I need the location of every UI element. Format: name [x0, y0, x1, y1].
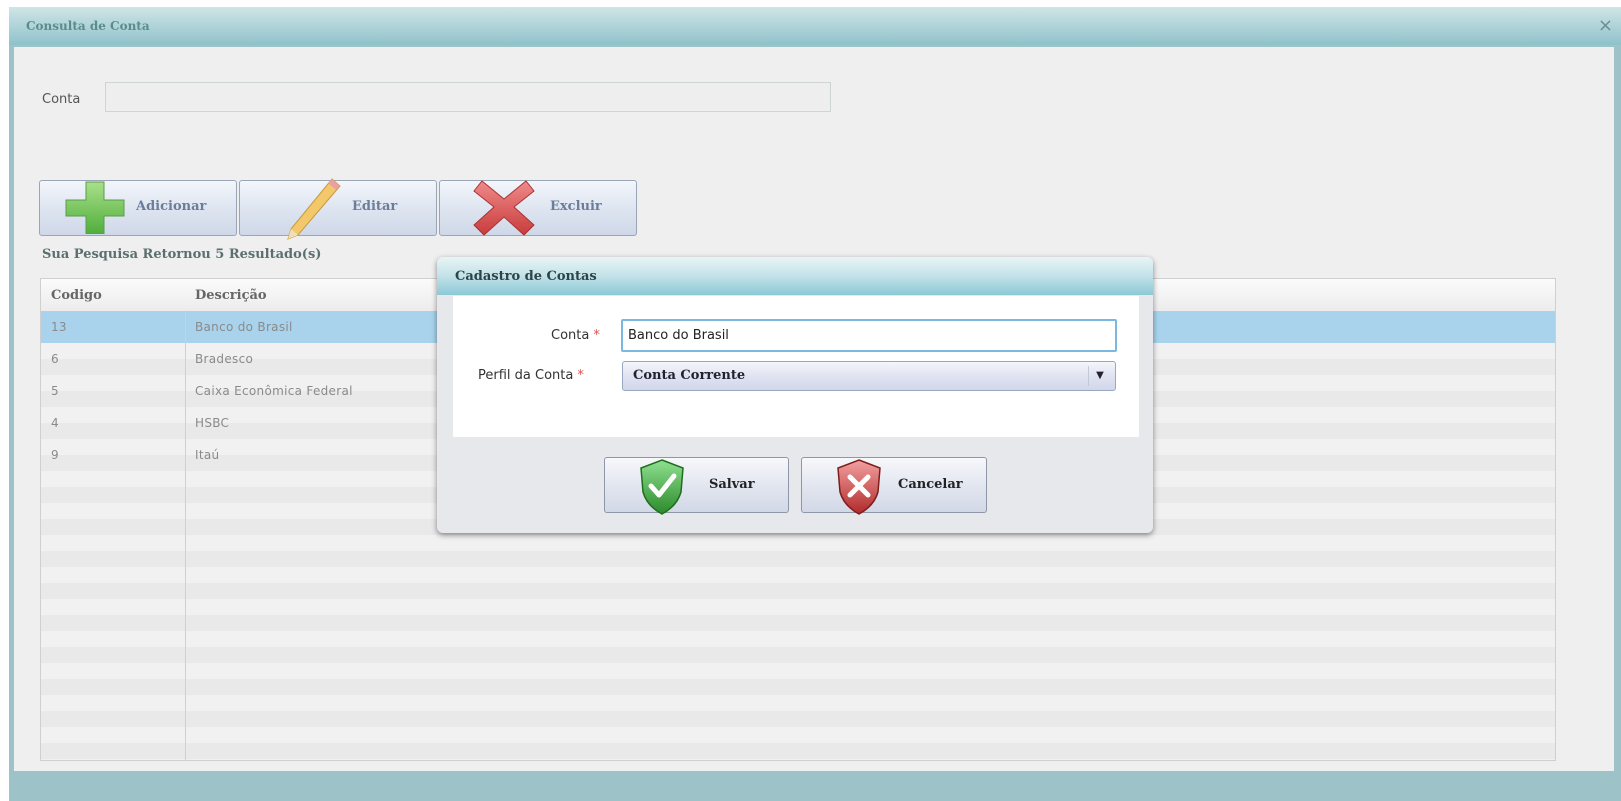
required-mark: *	[593, 328, 600, 343]
conta-search-input[interactable]	[105, 82, 831, 112]
cell-descricao: HSBC	[195, 416, 230, 430]
delete-button[interactable]: Excluir	[439, 180, 637, 236]
perfil-label-text: Perfil da Conta	[478, 368, 574, 383]
perfil-label: Perfil da Conta *	[478, 368, 584, 383]
chevron-down-icon[interactable]: ▼	[1088, 366, 1111, 386]
conta-label: Conta *	[551, 328, 600, 343]
dialog-form: Conta* Perfil da Conta* Conta Corrente ▼	[453, 296, 1139, 437]
cancel-button[interactable]: Cancelar	[801, 457, 987, 515]
cell-codigo: 9	[51, 448, 59, 462]
conta-search-label: Conta	[42, 92, 81, 107]
column-divider	[185, 311, 186, 760]
cell-descricao: Itaú	[195, 448, 220, 462]
pencil-icon	[287, 178, 341, 240]
conta-label-text: Conta	[551, 328, 590, 343]
cell-codigo: 5	[51, 384, 59, 398]
delete-button-label: Excluir	[550, 199, 602, 214]
cell-descricao: Bradesco	[195, 352, 254, 366]
close-icon[interactable]: ×	[1598, 15, 1613, 36]
shield-x-icon	[837, 459, 881, 515]
shield-check-icon	[640, 459, 684, 515]
save-button-label: Salvar	[709, 477, 755, 492]
window-title: Consulta de Conta	[26, 19, 150, 33]
cell-codigo: 4	[51, 416, 59, 430]
x-delete-icon	[473, 180, 535, 236]
dialog-title: Cadastro de Contas	[455, 269, 597, 284]
perfil-select[interactable]: Conta Corrente ▼	[622, 361, 1116, 391]
conta-field[interactable]	[621, 319, 1117, 352]
cancel-button-label: Cancelar	[898, 477, 963, 492]
edit-button[interactable]: Editar	[239, 178, 437, 240]
cell-descricao: Caixa Econômica Federal	[195, 384, 353, 398]
cell-codigo: 13	[51, 320, 67, 334]
column-header-descricao[interactable]: Descrição	[195, 288, 267, 303]
cell-codigo: 6	[51, 352, 59, 366]
edit-button-label: Editar	[352, 199, 398, 214]
window-titlebar: Consulta de Conta ×	[9, 7, 1621, 45]
cadastro-contas-dialog: Cadastro de Contas Conta* Perfil da Cont…	[437, 257, 1153, 533]
plus-icon	[65, 181, 125, 234]
required-mark: *	[577, 368, 584, 383]
save-button[interactable]: Salvar	[604, 457, 789, 515]
add-button[interactable]: Adicionar	[39, 180, 237, 236]
results-summary: Sua Pesquisa Retornou 5 Resultado(s)	[42, 247, 322, 262]
dialog-header: Cadastro de Contas	[437, 257, 1153, 295]
perfil-select-value: Conta Corrente	[633, 368, 746, 383]
cell-descricao: Banco do Brasil	[195, 320, 293, 334]
add-button-label: Adicionar	[136, 199, 207, 214]
column-header-codigo[interactable]: Codigo	[51, 288, 102, 303]
